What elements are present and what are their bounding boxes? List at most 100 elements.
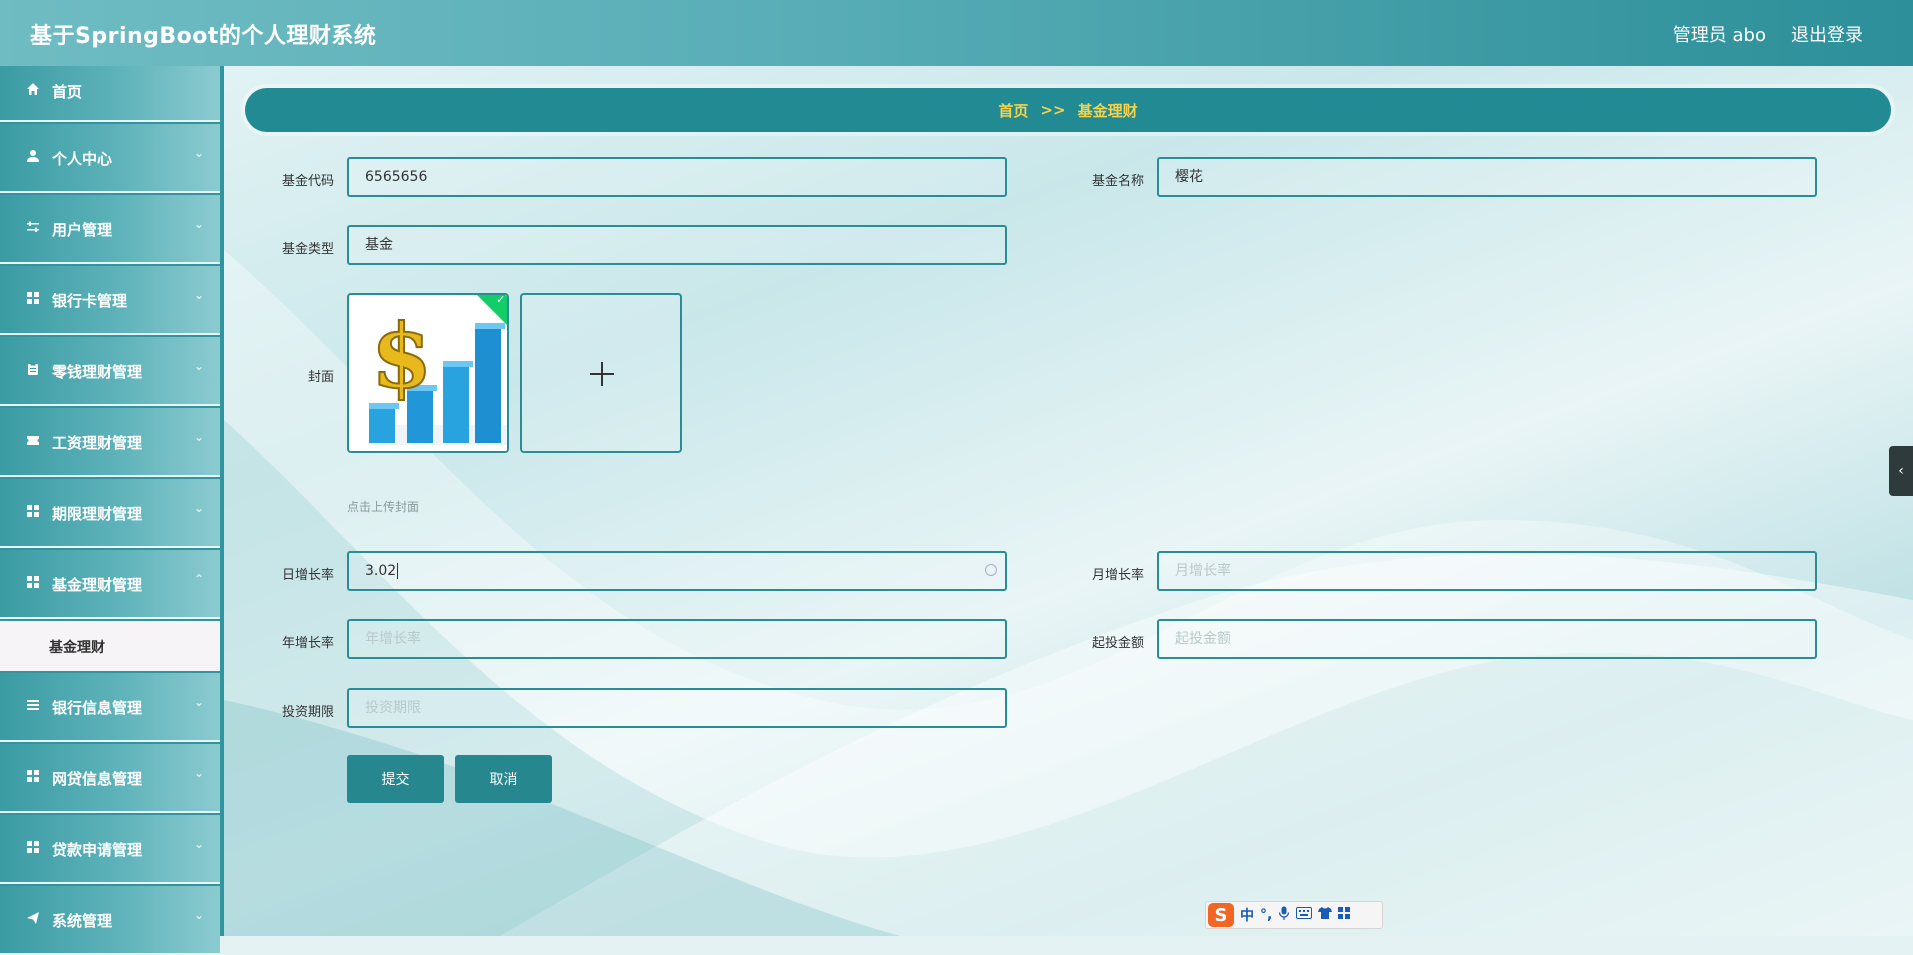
chevron-down-icon: ⌄ xyxy=(193,430,204,444)
term-label: 投资期限 xyxy=(281,705,334,720)
background-waves xyxy=(224,250,1913,936)
sidebar-item-p2p-info[interactable]: 网贷信息管理 ⌄ xyxy=(0,744,220,813)
fund-code-input[interactable]: 6565656 xyxy=(347,157,1007,197)
sidebar-item-loan-application[interactable]: 贷款申请管理 ⌄ xyxy=(0,815,220,884)
upload-hint: 点击上传封面 xyxy=(347,500,420,514)
submit-button[interactable]: 提交 xyxy=(347,755,444,803)
sidebar-item-label: 银行信息管理 xyxy=(52,699,143,717)
clipboard-icon xyxy=(25,362,41,378)
send-icon xyxy=(25,911,41,927)
clear-icon[interactable] xyxy=(985,564,997,576)
plus-icon-vertical xyxy=(601,362,603,386)
sidebar-item-bank-card[interactable]: 银行卡管理 ⌄ xyxy=(0,266,220,335)
grid-icon xyxy=(25,291,41,307)
sidebar-item-label: 个人中心 xyxy=(52,150,113,168)
daily-rate-value: 3.02 xyxy=(365,563,397,579)
sidebar-item-label: 首页 xyxy=(52,83,83,101)
chevron-down-icon: ⌄ xyxy=(193,146,204,160)
breadcrumb-current: 基金理财 xyxy=(1077,101,1138,120)
sliders-icon xyxy=(25,220,41,236)
keyboard-icon[interactable] xyxy=(1296,907,1313,923)
sidebar-item-salary-finance[interactable]: 工资理财管理 ⌄ xyxy=(0,408,220,477)
monthly-rate-label: 月增长率 xyxy=(1091,568,1144,583)
breadcrumb-home[interactable]: 首页 xyxy=(998,100,1028,121)
chevron-down-icon: ⌄ xyxy=(193,766,204,780)
app-title: 基于SpringBoot的个人理财系统 xyxy=(30,24,377,49)
dollar-chart-image: $ xyxy=(349,295,507,451)
sidebar-item-home[interactable]: 首页 xyxy=(0,66,220,122)
ime-mode[interactable]: 中 xyxy=(1240,905,1254,925)
sidebar-item-label: 工资理财管理 xyxy=(52,434,143,452)
background xyxy=(0,0,1913,936)
list-icon xyxy=(25,698,41,714)
svg-text:$: $ xyxy=(371,304,432,408)
cover-image-thumbnail[interactable]: $ ✓ xyxy=(347,293,509,453)
chevron-down-icon: ⌄ xyxy=(193,288,204,302)
microphone-icon[interactable] xyxy=(1278,906,1290,924)
sidebar-item-label: 网贷信息管理 xyxy=(52,770,143,788)
home-icon xyxy=(25,82,41,98)
sidebar-item-label: 系统管理 xyxy=(52,912,113,930)
sidebar-item-fund-finance-management[interactable]: 基金理财管理 ⌃ xyxy=(0,550,220,619)
min-invest-label: 起投金额 xyxy=(1091,636,1144,651)
chevron-down-icon: ⌄ xyxy=(193,695,204,709)
grid-icon xyxy=(25,504,41,520)
cover-label: 封面 xyxy=(307,370,334,385)
user-icon xyxy=(25,149,41,165)
monthly-rate-input[interactable]: 月增长率 xyxy=(1157,551,1817,591)
header-actions: 管理员 abo 退出登录 xyxy=(1673,21,1863,47)
min-invest-input[interactable]: 起投金额 xyxy=(1157,619,1817,659)
ime-toolbar: S 中 °, xyxy=(1205,901,1383,929)
term-input[interactable]: 投资期限 xyxy=(347,688,1007,728)
sidebar-item-label: 用户管理 xyxy=(52,221,113,239)
sidebar-subitem-fund-finance[interactable]: 基金理财 xyxy=(0,621,220,671)
side-panel-toggle[interactable]: ‹ xyxy=(1889,446,1913,496)
current-user: 管理员 abo xyxy=(1672,25,1766,46)
sidebar-item-system[interactable]: 系统管理 ⌄ xyxy=(0,886,220,955)
fund-name-input[interactable]: 樱花 xyxy=(1157,157,1817,197)
skin-shirt-icon[interactable] xyxy=(1318,907,1333,923)
sogou-logo-icon[interactable]: S xyxy=(1208,903,1234,927)
ticket-icon xyxy=(25,433,41,449)
chevron-down-icon: ⌄ xyxy=(193,501,204,515)
fund-type-input[interactable]: 基金 xyxy=(347,225,1007,265)
sidebar-item-bank-info[interactable]: 银行信息管理 ⌄ xyxy=(0,673,220,742)
cancel-button[interactable]: 取消 xyxy=(455,755,552,803)
chevron-down-icon: ⌄ xyxy=(193,217,204,231)
chevron-up-icon: ⌃ xyxy=(193,572,204,586)
breadcrumb: 首页 >> 基金理财 xyxy=(245,88,1891,132)
fund-type-label: 基金类型 xyxy=(281,242,334,257)
logout-link[interactable]: 退出登录 xyxy=(1791,21,1863,47)
grid-icon xyxy=(25,840,41,856)
sidebar-item-term-finance[interactable]: 期限理财管理 ⌄ xyxy=(0,479,220,548)
sidebar-item-label: 基金理财管理 xyxy=(52,576,143,594)
sidebar-item-change-finance[interactable]: 零钱理财管理 ⌄ xyxy=(0,337,220,406)
yearly-rate-label: 年增长率 xyxy=(281,636,334,651)
fund-code-label: 基金代码 xyxy=(281,174,334,189)
ime-punctuation[interactable]: °, xyxy=(1260,907,1272,923)
grid-icon xyxy=(25,769,41,785)
sidebar-item-personal-center[interactable]: 个人中心 ⌄ xyxy=(0,124,220,193)
toolbox-grid-icon[interactable] xyxy=(1338,907,1351,923)
yearly-rate-input[interactable]: 年增长率 xyxy=(347,619,1007,659)
sidebar-item-label: 贷款申请管理 xyxy=(52,841,143,859)
top-header: 基于SpringBoot的个人理财系统 管理员 abo 退出登录 xyxy=(0,0,1913,66)
upload-cover-button[interactable] xyxy=(520,293,682,453)
sidebar: 首页 个人中心 ⌄ 用户管理 ⌄ 银行卡管理 ⌄ 零钱理财管理 ⌄ 工资理财管理… xyxy=(0,66,224,955)
sidebar-item-user-management[interactable]: 用户管理 ⌄ xyxy=(0,195,220,264)
check-icon: ✓ xyxy=(496,293,506,307)
fund-name-label: 基金名称 xyxy=(1091,174,1144,189)
sidebar-item-label: 期限理财管理 xyxy=(52,505,143,523)
sidebar-item-label: 银行卡管理 xyxy=(52,292,128,310)
text-cursor xyxy=(397,563,399,579)
breadcrumb-separator: >> xyxy=(1040,101,1066,119)
sidebar-item-label: 零钱理财管理 xyxy=(52,363,143,381)
chevron-down-icon: ⌄ xyxy=(193,837,204,851)
daily-rate-label: 日增长率 xyxy=(281,568,334,583)
daily-rate-input[interactable]: 3.02 xyxy=(347,551,1007,591)
chevron-down-icon: ⌄ xyxy=(193,908,204,922)
grid-icon xyxy=(25,575,41,591)
chevron-down-icon: ⌄ xyxy=(193,359,204,373)
sidebar-subitem-label: 基金理财 xyxy=(49,640,105,656)
chevron-left-icon: ‹ xyxy=(1898,463,1904,479)
